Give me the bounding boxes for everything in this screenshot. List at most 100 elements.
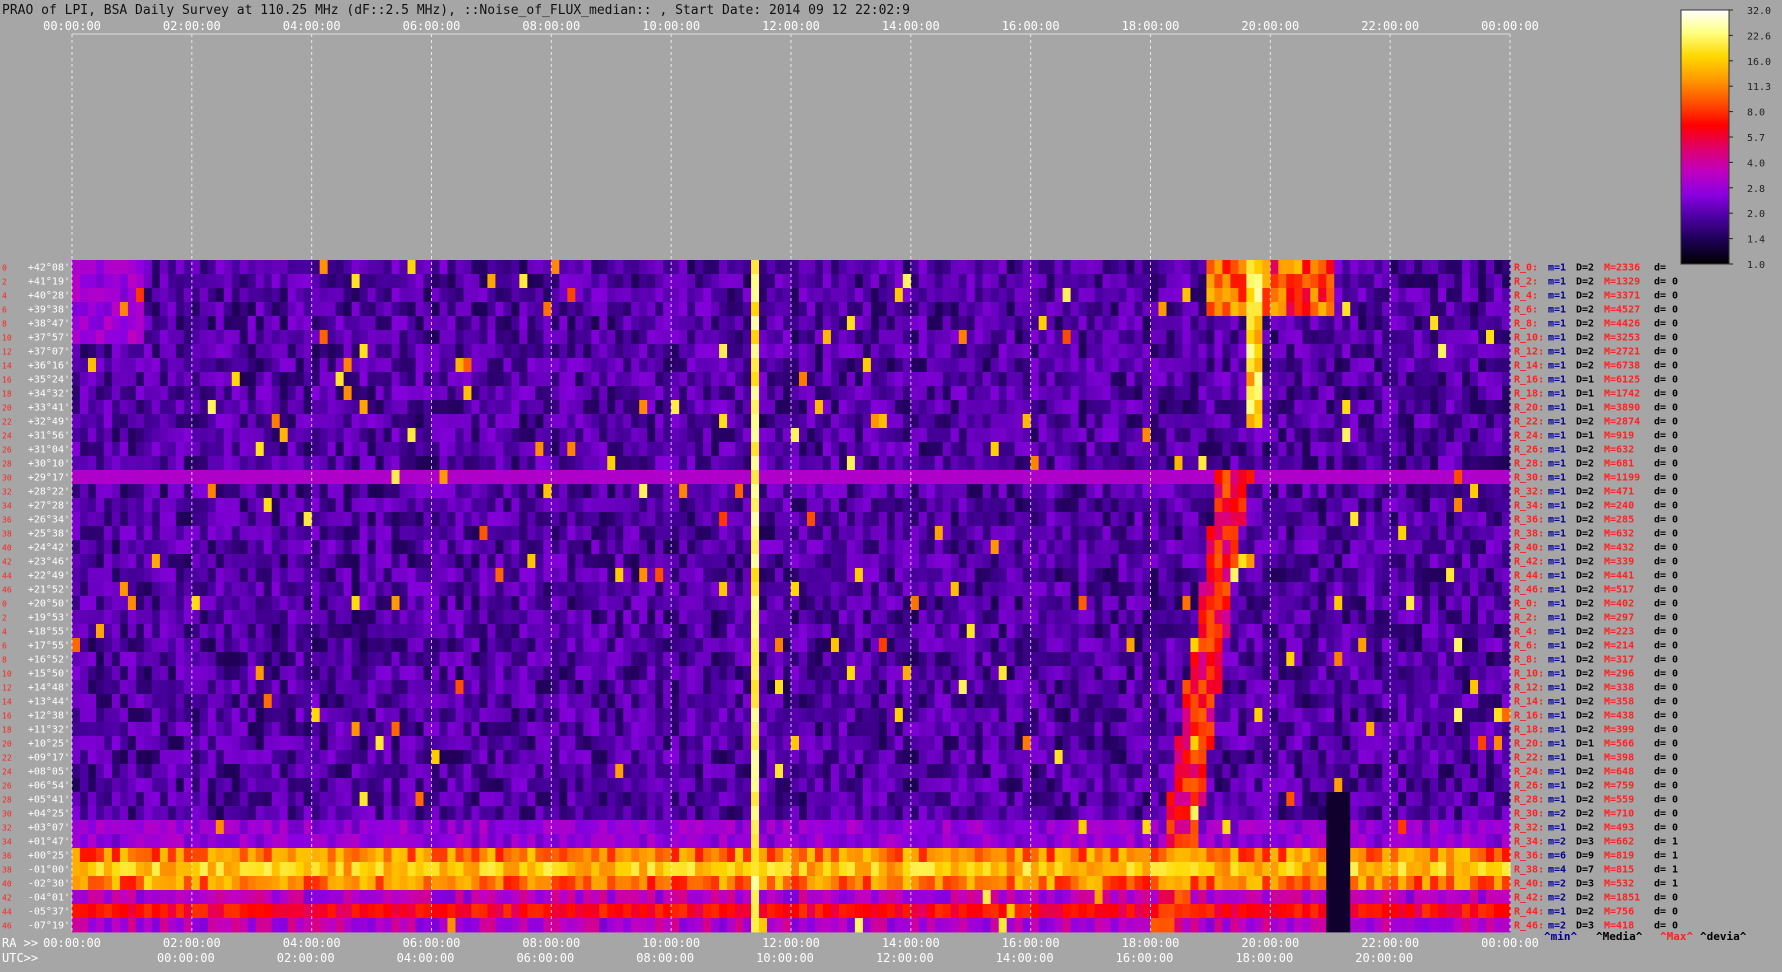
heatmap-cell <box>1150 400 1160 415</box>
heatmap-cell <box>151 540 161 555</box>
heatmap-cell <box>1006 582 1016 597</box>
heatmap-cell <box>1350 610 1359 625</box>
heatmap-cell <box>1102 624 1112 639</box>
heatmap-cell <box>367 414 377 429</box>
heatmap-cell <box>607 624 616 639</box>
heatmap-cell <box>1222 288 1231 303</box>
heatmap-cell <box>974 512 984 527</box>
heatmap-cell <box>798 610 808 625</box>
heatmap-cell <box>894 470 904 485</box>
heatmap-cell <box>1086 274 1096 289</box>
heatmap-cell <box>1486 624 1495 639</box>
heatmap-cell <box>1206 386 1216 401</box>
heatmap-cell <box>1254 540 1263 555</box>
heatmap-cell <box>615 456 624 471</box>
heatmap-cell <box>767 638 776 653</box>
heatmap-cell <box>1238 414 1247 429</box>
heatmap-cell <box>583 638 592 653</box>
heatmap-cell <box>1470 610 1479 625</box>
heatmap-cell <box>479 498 489 513</box>
heatmap-cell <box>415 414 425 429</box>
heatmap-cell <box>655 302 664 317</box>
heatmap-cell <box>119 316 129 331</box>
heatmap-cell <box>1438 316 1447 331</box>
heatmap-cell <box>783 456 792 471</box>
heatmap-cell <box>175 442 185 457</box>
heatmap-cell <box>479 288 489 303</box>
heatmap-cell <box>431 582 441 597</box>
heatmap-cell <box>862 624 872 639</box>
heatmap-cell <box>1502 624 1511 639</box>
heatmap-cell <box>982 456 992 471</box>
heatmap-cell <box>1430 358 1439 373</box>
heatmap-cell <box>639 484 648 499</box>
heatmap-cell <box>910 442 920 457</box>
heatmap-cell <box>894 274 904 289</box>
heatmap-cell <box>119 610 129 625</box>
heatmap-cell <box>599 428 608 443</box>
heatmap-cell <box>870 484 880 499</box>
heatmap-cell <box>910 414 920 429</box>
heatmap-cell <box>1366 414 1375 429</box>
heatmap-cell <box>111 288 121 303</box>
heatmap-cell <box>623 344 632 359</box>
heatmap-cell <box>215 344 225 359</box>
heatmap-cell <box>1462 456 1471 471</box>
heatmap-cell <box>1126 372 1136 387</box>
heatmap-cell <box>1334 428 1343 443</box>
heatmap-cell <box>559 470 568 485</box>
heatmap-cell <box>1302 260 1311 275</box>
heatmap-cell <box>1374 428 1383 443</box>
heatmap-cell <box>982 260 992 275</box>
heatmap-cell <box>1006 568 1016 583</box>
heatmap-cell <box>719 372 728 387</box>
heatmap-cell <box>759 302 768 317</box>
heatmap-cell <box>543 386 552 401</box>
heatmap-cell <box>151 344 161 359</box>
heatmap-cell <box>759 274 768 289</box>
heatmap-cell <box>830 582 840 597</box>
heatmap-cell <box>551 498 560 513</box>
heatmap-cell <box>639 554 648 569</box>
heatmap-cell <box>1470 414 1479 429</box>
heatmap-cell <box>783 526 792 541</box>
heatmap-cell <box>703 386 712 401</box>
heatmap-cell <box>1342 288 1351 303</box>
heatmap-cell <box>439 330 449 345</box>
heatmap-cell <box>886 526 896 541</box>
heatmap-cell <box>1414 386 1423 401</box>
heatmap-cell <box>1126 316 1136 331</box>
heatmap-cell <box>1270 414 1279 429</box>
heatmap-cell <box>407 344 417 359</box>
heatmap-cell <box>735 358 744 373</box>
heatmap-cell <box>319 288 329 303</box>
heatmap-cell <box>647 302 656 317</box>
heatmap-cell <box>1214 540 1223 555</box>
heatmap-cell <box>942 344 952 359</box>
heatmap-cell <box>367 344 377 359</box>
heatmap-cell <box>1142 498 1152 513</box>
heatmap-cell <box>806 568 816 583</box>
heatmap-cell <box>894 330 904 345</box>
heatmap-cell <box>503 540 512 555</box>
heatmap-cell <box>695 274 704 289</box>
heatmap-cell <box>135 540 145 555</box>
heatmap-cell <box>1446 624 1455 639</box>
heatmap-cell <box>1070 302 1080 317</box>
heatmap-cell <box>311 540 321 555</box>
heatmap-cell <box>862 596 872 611</box>
heatmap-cell <box>1014 414 1024 429</box>
heatmap-cell <box>767 372 776 387</box>
heatmap-cell <box>1006 540 1016 555</box>
heatmap-cell <box>295 400 305 415</box>
heatmap-cell <box>383 428 393 443</box>
heatmap-cell <box>798 428 808 443</box>
heatmap-cell <box>103 484 113 499</box>
heatmap-cell <box>463 428 473 443</box>
heatmap-cell <box>463 344 473 359</box>
heatmap-cell <box>934 596 944 611</box>
heatmap-cell <box>791 302 800 317</box>
heatmap-cell <box>791 442 800 457</box>
heatmap-cell <box>1142 260 1152 275</box>
heatmap-cell <box>1214 302 1223 317</box>
